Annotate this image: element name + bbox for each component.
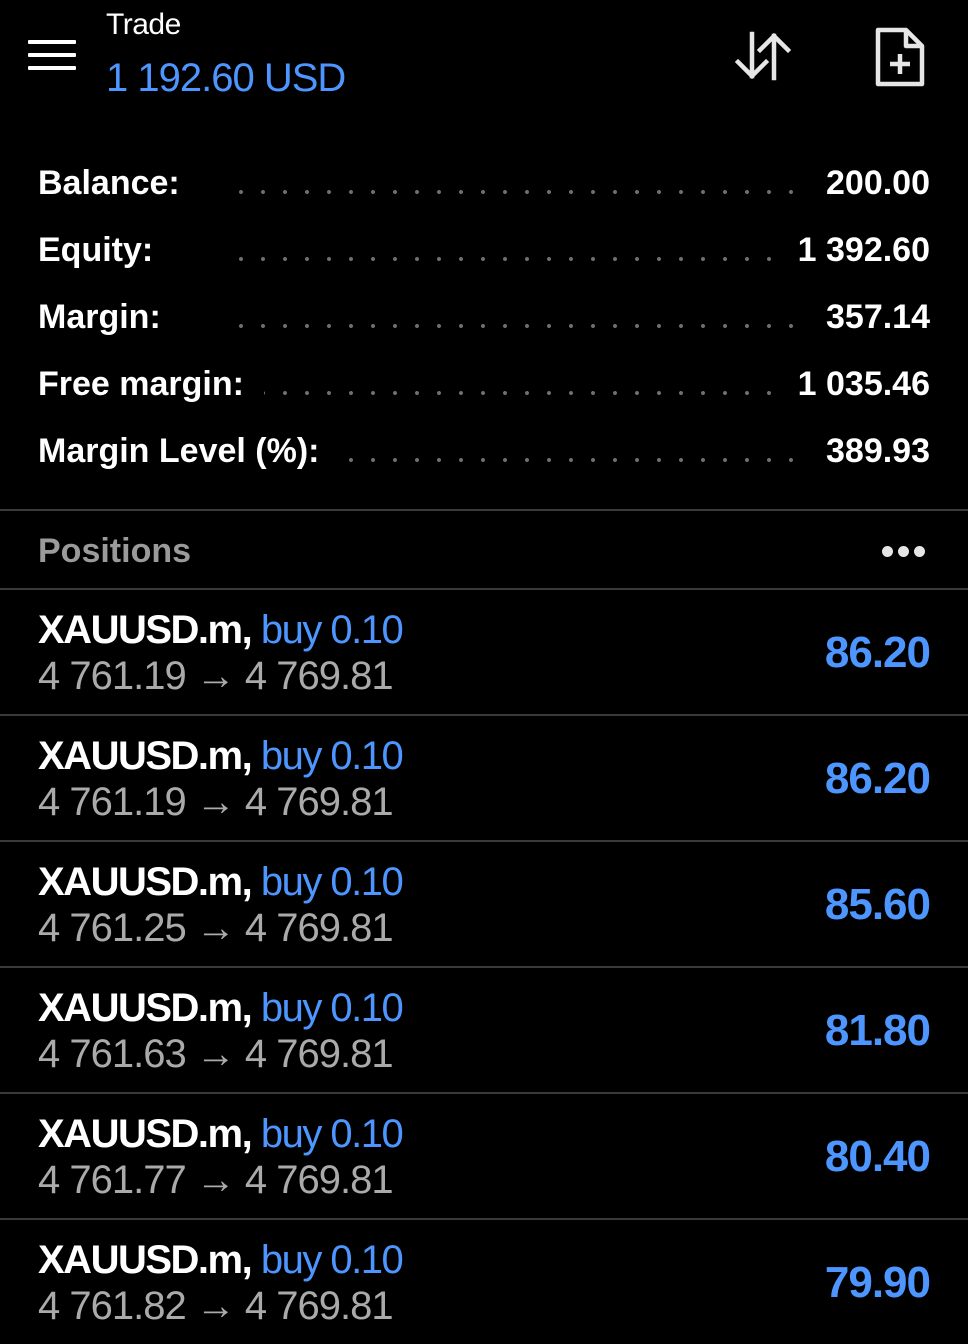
position-profit: 80.40	[824, 1132, 931, 1181]
summary-row-equity: Equity: 1 392.60	[0, 217, 968, 284]
positions-section-header: Positions	[0, 512, 968, 588]
summary-row-margin-level: Margin Level (%): 389.93	[0, 418, 968, 485]
divider	[0, 509, 968, 511]
account-summary: Balance: 200.00 Equity: 1 392.60 Margin:…	[0, 150, 968, 485]
position-prices: 4 761.82 → 4 769.81	[38, 1284, 394, 1328]
position-symbol: XAUUSD.m,	[38, 734, 253, 778]
summary-row-margin: Margin: 357.14	[0, 284, 968, 351]
position-profit: 79.90	[824, 1258, 931, 1307]
summary-value: 200.00	[806, 164, 930, 203]
position-symbol: XAUUSD.m,	[38, 608, 253, 652]
position-profit: 85.60	[824, 880, 931, 929]
position-symbol: XAUUSD.m,	[38, 860, 253, 904]
summary-value: 1 392.60	[777, 231, 930, 270]
position-row[interactable]: XAUUSD.m, buy 0.10 4 761.77 → 4 769.81 8…	[0, 1094, 968, 1220]
position-profit: 86.20	[824, 628, 931, 677]
position-title: XAUUSD.m, buy 0.10	[38, 1112, 404, 1157]
summary-value: 389.93	[806, 432, 930, 471]
summary-label: Balance:	[38, 164, 200, 203]
position-symbol: XAUUSD.m,	[38, 1112, 253, 1156]
position-side: buy 0.10	[260, 608, 404, 652]
position-prices: 4 761.25 → 4 769.81	[38, 906, 394, 950]
position-title: XAUUSD.m, buy 0.10	[38, 986, 404, 1031]
page-title: Trade	[106, 8, 181, 41]
new-order-icon[interactable]	[872, 26, 928, 88]
position-side: buy 0.10	[260, 1112, 404, 1156]
positions-title: Positions	[38, 532, 192, 570]
summary-row-free-margin: Free margin: 1 035.46	[0, 351, 968, 418]
sort-icon[interactable]	[730, 30, 794, 82]
dotted-leader	[230, 391, 798, 395]
position-row[interactable]: XAUUSD.m, buy 0.10 4 761.63 → 4 769.81 8…	[0, 968, 968, 1094]
position-row[interactable]: XAUUSD.m, buy 0.10 4 761.82 → 4 769.81 7…	[0, 1220, 968, 1344]
dotted-leader	[230, 190, 798, 194]
position-prices: 4 761.19 → 4 769.81	[38, 780, 394, 824]
summary-value: 357.14	[806, 298, 930, 337]
position-side: buy 0.10	[260, 860, 404, 904]
position-side: buy 0.10	[260, 1238, 404, 1282]
position-row[interactable]: XAUUSD.m, buy 0.10 4 761.25 → 4 769.81 8…	[0, 842, 968, 968]
summary-label: Margin:	[38, 298, 181, 337]
position-row[interactable]: XAUUSD.m, buy 0.10 4 761.19 → 4 769.81 8…	[0, 590, 968, 716]
top-app-bar: Trade 1 192.60 USD	[0, 0, 968, 125]
position-row[interactable]: XAUUSD.m, buy 0.10 4 761.19 → 4 769.81 8…	[0, 716, 968, 842]
dotted-leader	[230, 324, 798, 328]
position-prices: 4 761.77 → 4 769.81	[38, 1158, 394, 1202]
position-title: XAUUSD.m, buy 0.10	[38, 1238, 404, 1283]
position-side: buy 0.10	[260, 734, 404, 778]
summary-row-balance: Balance: 200.00	[0, 150, 968, 217]
position-symbol: XAUUSD.m,	[38, 1238, 253, 1282]
summary-label: Free margin:	[38, 365, 264, 404]
position-prices: 4 761.19 → 4 769.81	[38, 654, 394, 698]
summary-label: Equity:	[38, 231, 174, 270]
summary-label: Margin Level (%):	[38, 432, 340, 471]
position-prices: 4 761.63 → 4 769.81	[38, 1032, 394, 1076]
position-profit: 86.20	[824, 754, 931, 803]
position-title: XAUUSD.m, buy 0.10	[38, 734, 404, 779]
hamburger-menu-icon[interactable]	[28, 40, 76, 72]
positions-list: XAUUSD.m, buy 0.10 4 761.19 → 4 769.81 8…	[0, 590, 968, 1344]
position-profit: 81.80	[824, 1006, 931, 1055]
position-symbol: XAUUSD.m,	[38, 986, 253, 1030]
account-profit-subtitle: 1 192.60 USD	[106, 56, 346, 100]
position-title: XAUUSD.m, buy 0.10	[38, 608, 404, 653]
summary-value: 1 035.46	[777, 365, 930, 404]
dotted-leader	[230, 257, 798, 261]
more-horizontal-icon[interactable]	[882, 546, 926, 558]
position-title: XAUUSD.m, buy 0.10	[38, 860, 404, 905]
position-side: buy 0.10	[260, 986, 404, 1030]
